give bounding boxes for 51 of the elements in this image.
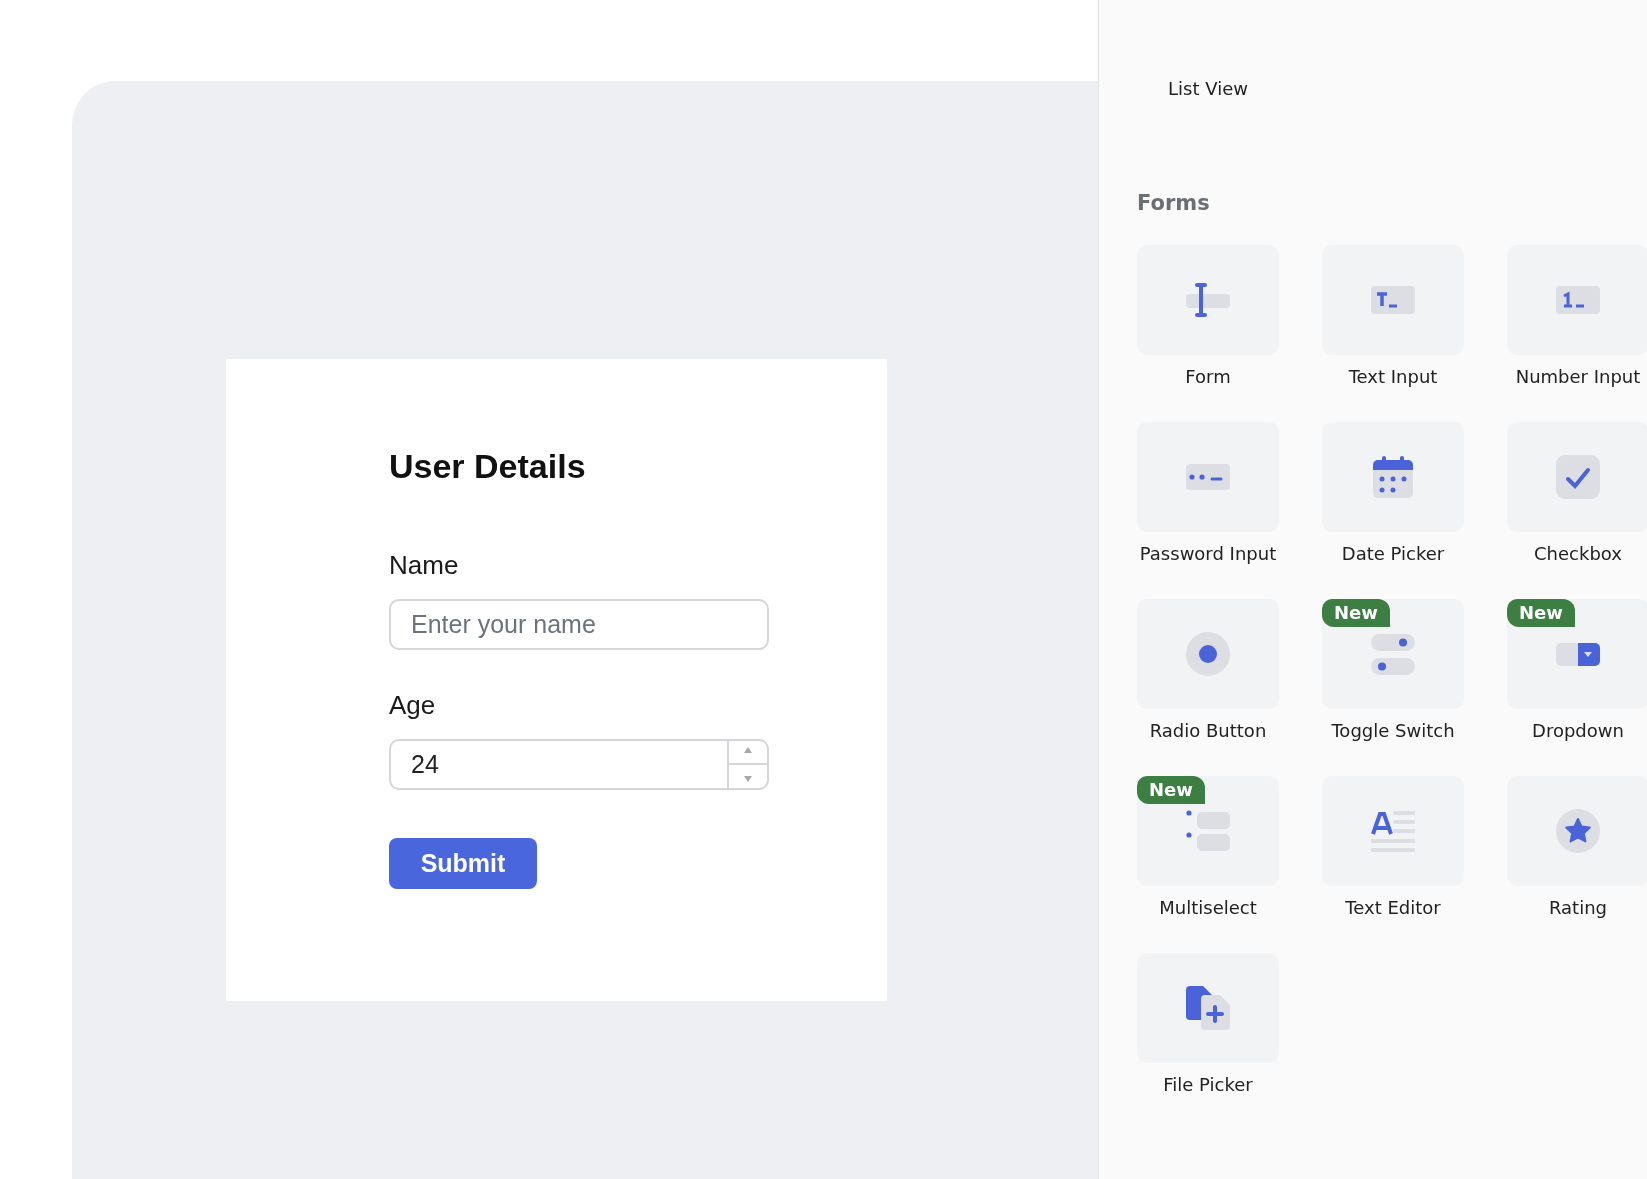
component-tile[interactable] [1322,245,1464,355]
component-label: Number Input [1515,366,1641,387]
radio-button-icon [1186,632,1230,676]
checkbox-icon [1556,455,1600,499]
text-input-field[interactable]: Enter your name [389,599,769,650]
component-tile[interactable] [1507,245,1647,355]
component-label: Multiselect [1159,897,1257,918]
number-input-field[interactable]: 24 [389,739,769,790]
component-label: Dropdown [1532,720,1624,741]
text-editor-icon [1371,810,1415,852]
form-title: User Details [389,447,586,486]
component-tile[interactable] [1507,422,1647,532]
text-cursor-icon [1186,282,1230,318]
toggle-switch-icon [1371,632,1415,676]
component-label: Text Editor [1345,897,1441,918]
component-label: Date Picker [1341,543,1445,564]
component-tile[interactable] [1507,776,1647,886]
field-label: Age [389,690,436,721]
text-input-icon [1371,286,1415,314]
spin-up-icon[interactable] [743,745,753,754]
spin-down-icon[interactable] [743,775,753,784]
dropdown-icon [1556,642,1600,666]
component-tile[interactable] [1137,599,1279,709]
component-tile[interactable]: New [1137,776,1279,886]
component-label: List View [1167,78,1249,99]
new-badge: New [1322,599,1390,627]
component-label: File Picker [1163,1074,1253,1095]
file-add-icon [1186,986,1230,1030]
multiselect-icon [1186,810,1230,852]
component-tile[interactable] [1322,422,1464,532]
component-tile[interactable]: New [1322,599,1464,709]
submit-button[interactable]: Submit [389,838,537,889]
component-label: Password Input [1139,543,1277,564]
component-tile[interactable]: New [1507,599,1647,709]
component-label: Rating [1548,897,1607,918]
section-title: Forms [1137,191,1211,215]
component-label: Checkbox [1534,543,1622,564]
field-label: Name [389,550,459,581]
component-label: Toggle Switch [1331,720,1455,741]
component-label: Text Input [1348,366,1438,387]
component-label: Form [1185,366,1231,387]
component-tile[interactable] [1137,422,1279,532]
component-tile[interactable] [1137,245,1279,355]
component-label: Radio Button [1149,720,1267,741]
component-tile[interactable] [1322,776,1464,886]
calendar-icon [1373,456,1413,498]
new-badge: New [1137,776,1205,804]
number-input-icon [1556,286,1600,314]
new-badge: New [1507,599,1575,627]
password-input-icon [1186,464,1230,490]
component-tile[interactable] [1137,953,1279,1063]
